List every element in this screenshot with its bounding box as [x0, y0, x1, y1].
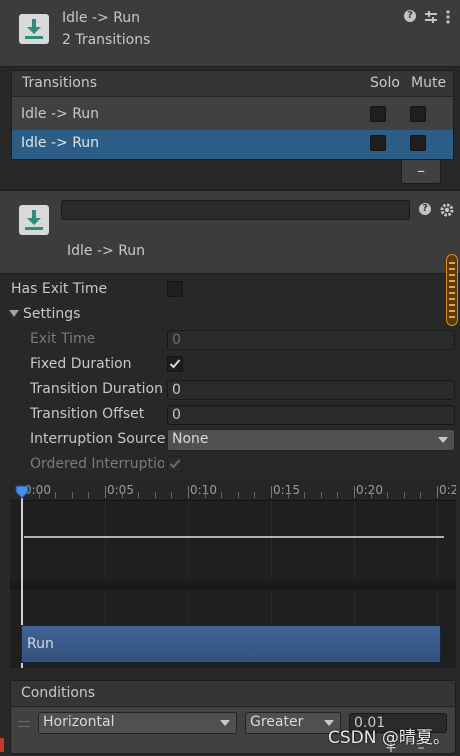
solo-checkbox[interactable] — [370, 135, 386, 151]
ruler-minor-tick — [72, 492, 73, 498]
ruler-minor-tick — [238, 492, 239, 498]
help-icon[interactable]: ? — [404, 10, 416, 22]
condition-mode-dropdown[interactable]: Greater — [245, 712, 341, 734]
presets-icon[interactable] — [424, 9, 438, 23]
grid-line — [354, 501, 355, 626]
condition-mode-value: Greater — [250, 714, 304, 730]
ruler-minor-tick — [321, 492, 322, 498]
timeline-shadow-band — [10, 578, 456, 590]
ruler-tick — [354, 486, 355, 498]
more-menu-icon[interactable] — [446, 9, 450, 24]
grid-line — [188, 501, 189, 626]
condition-parameter-dropdown[interactable]: Horizontal — [38, 712, 237, 734]
mute-column-label: Mute — [411, 75, 447, 91]
settings-foldout-arrow-icon[interactable] — [9, 310, 19, 317]
grid-line — [271, 501, 272, 626]
settings-foldout-label[interactable]: Settings — [23, 306, 80, 322]
ordered-interruption-label: Ordered Interruption — [30, 456, 164, 472]
gear-icon[interactable] — [440, 202, 454, 217]
timeline-ruler[interactable]: 0:00 0:05 0:10 0:15 0:20 0:25 — [10, 478, 456, 501]
ruler-minor-tick — [387, 492, 388, 498]
watermark: CSDN @晴夏。 — [328, 728, 450, 748]
ruler-minor-tick — [205, 492, 206, 498]
ruler-tick — [271, 486, 272, 498]
transition-title: Idle -> Run — [67, 243, 146, 259]
has-exit-time-label: Has Exit Time — [11, 281, 108, 297]
ruler-label: 0:20 — [356, 483, 383, 497]
help-icon[interactable]: ? — [419, 203, 431, 215]
fixed-duration-label: Fixed Duration — [30, 356, 132, 372]
ruler-minor-tick — [39, 492, 40, 498]
ruler-minor-tick — [55, 492, 56, 498]
transition-header-panel: ? Idle -> Run — [0, 191, 460, 274]
chevron-down-icon — [438, 437, 448, 443]
ruler-label: 0:05 — [107, 483, 134, 497]
header-subtitle: 2 Transitions — [62, 32, 151, 48]
scrollbar-handle[interactable] — [446, 254, 458, 326]
ruler-label: 0:25 — [439, 483, 456, 497]
transition-name-field[interactable] — [61, 200, 410, 220]
transition-duration-field[interactable]: 0 — [167, 380, 455, 400]
has-exit-time-checkbox[interactable] — [167, 281, 183, 297]
transition-duration-label: Transition Duration — [30, 381, 163, 397]
exit-time-field[interactable]: 0 — [167, 330, 455, 350]
left-edge-marker — [0, 738, 4, 752]
ruler-minor-tick — [88, 492, 89, 498]
ruler-minor-tick — [171, 492, 172, 498]
ruler-minor-tick — [420, 492, 421, 498]
transition-list-item-selected[interactable]: Idle -> Run — [12, 130, 453, 159]
mute-checkbox[interactable] — [410, 135, 426, 151]
ruler-minor-tick — [138, 492, 139, 498]
fixed-duration-checkbox[interactable] — [167, 356, 183, 372]
ruler-minor-tick — [288, 492, 289, 498]
ruler-minor-tick — [122, 492, 123, 498]
transition-list-item-label: Idle -> Run — [21, 106, 100, 122]
transition-icon — [19, 205, 49, 235]
ruler-minor-tick — [404, 492, 405, 498]
transition-offset-label: Transition Offset — [30, 406, 145, 422]
grid-line — [105, 501, 106, 626]
ordered-interruption-checkbox[interactable] — [167, 456, 183, 472]
transition-curve-line — [24, 536, 444, 538]
transitions-header-label: Transitions — [22, 75, 97, 91]
ruler-minor-tick — [371, 492, 372, 498]
ruler-tick — [105, 486, 106, 498]
interruption-source-value: None — [172, 431, 209, 447]
transition-icon — [19, 14, 49, 44]
grid-line — [437, 501, 438, 626]
exit-time-label: Exit Time — [30, 331, 96, 347]
ruler-minor-tick — [304, 492, 305, 498]
ruler-minor-tick — [254, 492, 255, 498]
run-clip-label: Run — [27, 636, 54, 652]
ruler-label: 0:15 — [273, 483, 300, 497]
conditions-header: Conditions — [21, 685, 96, 701]
ruler-tick — [437, 486, 438, 498]
ruler-tick — [188, 486, 189, 498]
run-clip-bar[interactable]: Run — [21, 625, 441, 663]
transition-list-item-label: Idle -> Run — [21, 135, 100, 151]
transitions-list: Transitions Solo Mute Idle -> Run Idle -… — [11, 70, 454, 160]
ruler-minor-tick — [221, 492, 222, 498]
solo-checkbox[interactable] — [370, 106, 386, 122]
ruler-minor-tick — [337, 492, 338, 498]
drag-handle-icon[interactable] — [18, 721, 30, 727]
interruption-source-dropdown[interactable]: None — [167, 429, 455, 451]
interruption-source-label: Interruption Source — [30, 431, 165, 447]
condition-parameter-value: Horizontal — [43, 714, 115, 730]
transition-list-item[interactable]: Idle -> Run — [12, 101, 453, 129]
ruler-label: 0:10 — [190, 483, 217, 497]
remove-transition-button[interactable]: – — [401, 160, 441, 184]
timeline-panel[interactable]: 0:00 0:05 0:10 0:15 0:20 0:25 — [10, 478, 456, 668]
transition-offset-field[interactable]: 0 — [167, 405, 455, 425]
playhead-marker-icon[interactable] — [15, 484, 29, 499]
ruler-minor-tick — [155, 492, 156, 498]
mute-checkbox[interactable] — [410, 106, 426, 122]
header-title: Idle -> Run — [62, 10, 141, 26]
solo-column-label: Solo — [370, 75, 400, 91]
chevron-down-icon — [220, 720, 230, 726]
header-panel: Idle -> Run 2 Transitions ? — [0, 0, 460, 67]
